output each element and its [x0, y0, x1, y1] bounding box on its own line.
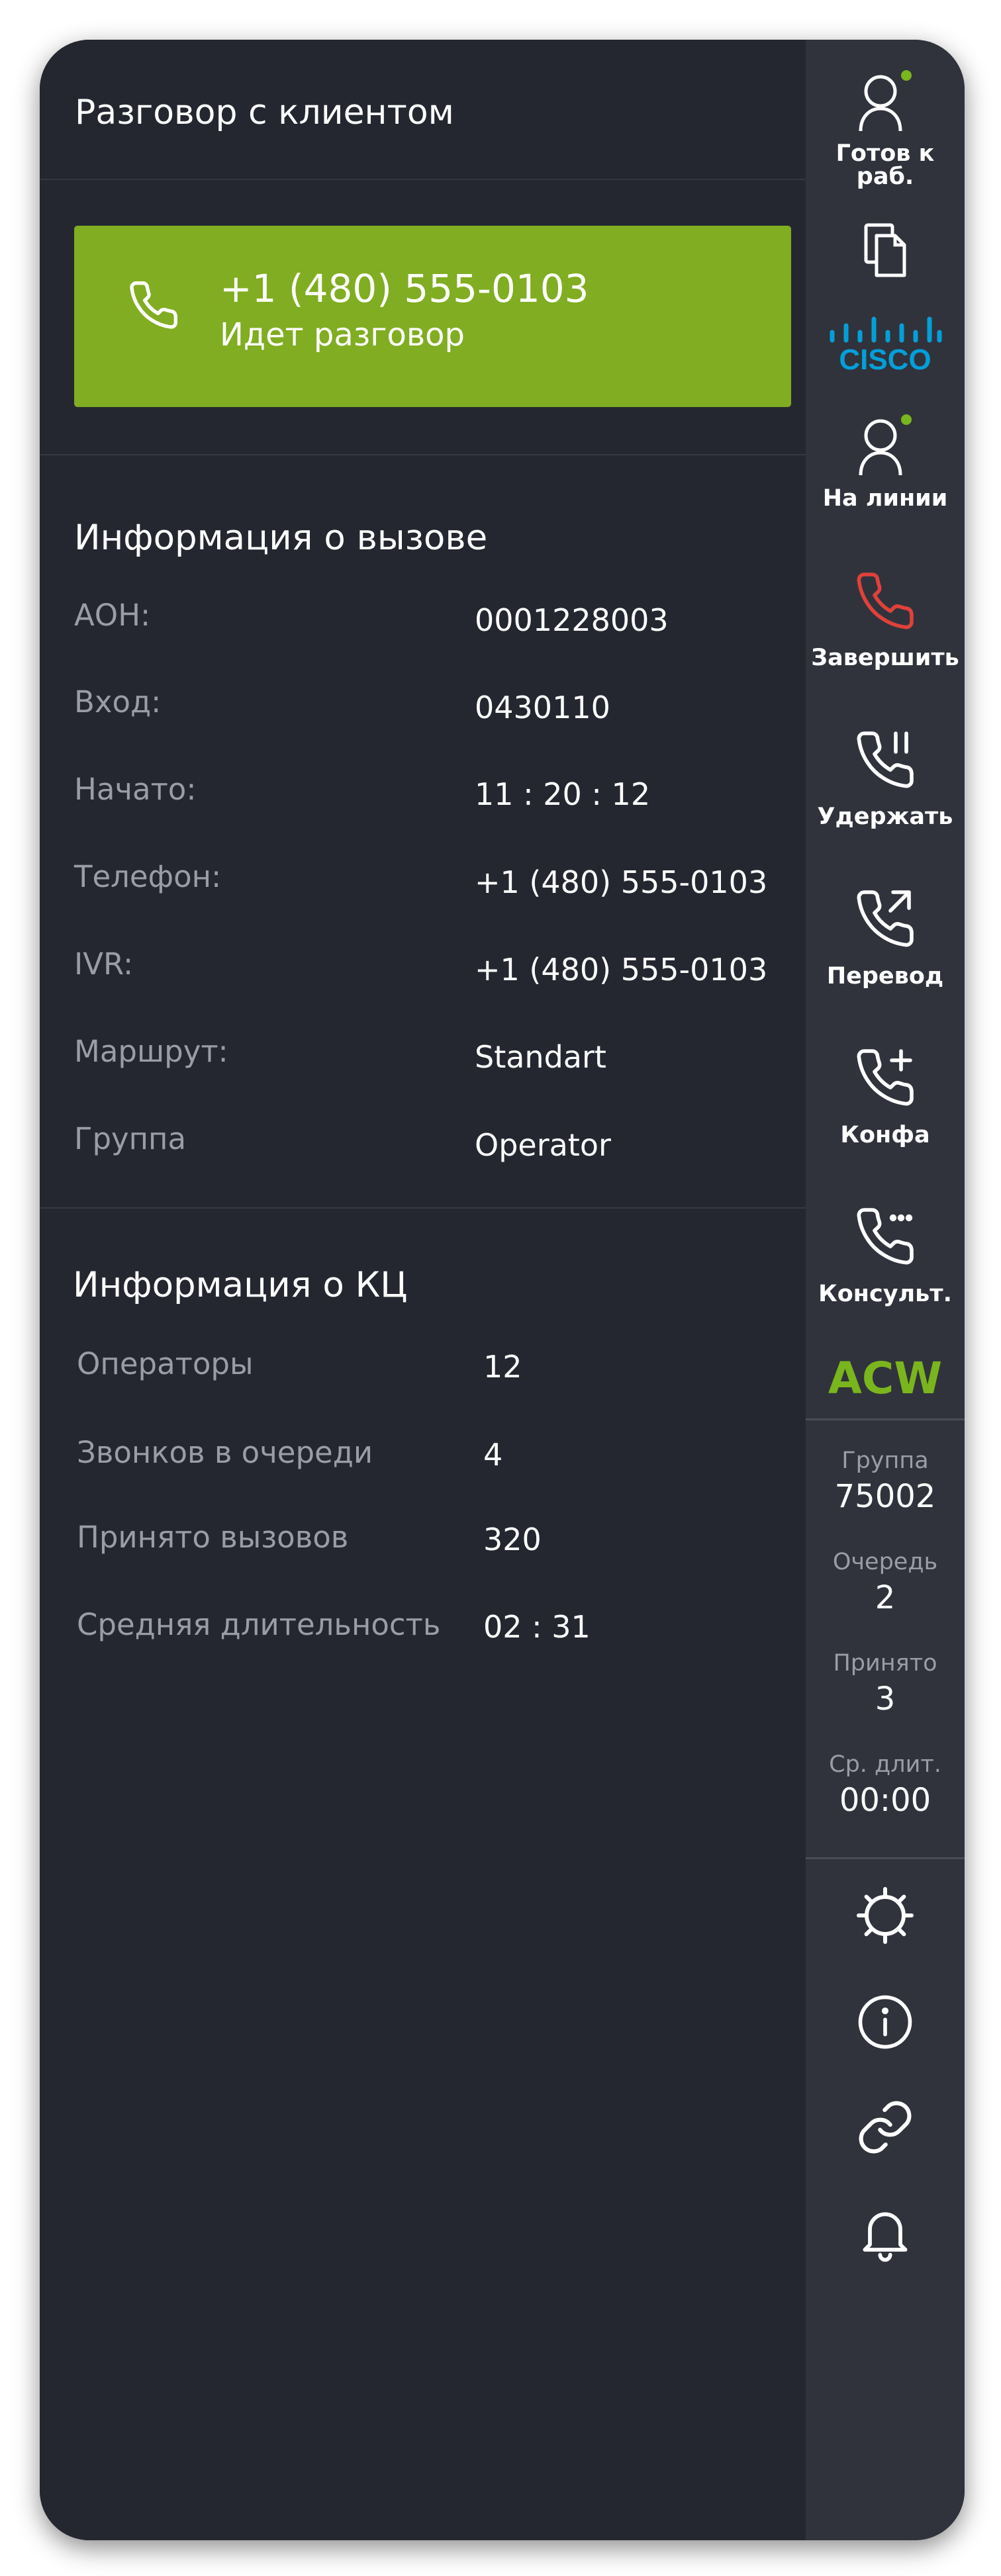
notifications-button[interactable] [806, 2203, 965, 2266]
info-label-aon: АОН: [74, 598, 151, 633]
phone-more-icon [806, 1205, 965, 1268]
ready-status-label: Готов к раб. [835, 140, 935, 190]
cc-label-queue: Звонков в очереди [77, 1435, 373, 1470]
info-value-aon: 0001228003 [475, 602, 669, 638]
cc-label-operators: Операторы [77, 1346, 254, 1381]
info-value-group: Operator [475, 1127, 611, 1163]
consult-label: Консульт. [818, 1281, 952, 1307]
phone-hangup-icon [806, 569, 965, 633]
action-sidebar: Готов к раб. CISCO На линии Завершить Уд… [806, 40, 965, 2540]
stat-group-value: 75002 [834, 1478, 936, 1515]
transfer-button[interactable] [806, 887, 965, 950]
end-call-button[interactable] [806, 569, 965, 633]
call-main-area: Разговор с клиентом +1 (480) 555-0103 Ид… [40, 40, 806, 2540]
cc-label-avg-duration: Средняя длительность [77, 1607, 441, 1642]
stat-avg-label: Ср. длит. [829, 1751, 941, 1778]
divider [40, 454, 806, 455]
consult-button[interactable] [806, 1205, 965, 1268]
phone-pause-icon [806, 728, 965, 792]
info-value-entry: 0430110 [475, 690, 610, 725]
end-call-label: Завершить [811, 645, 959, 671]
hold-button[interactable] [806, 728, 965, 792]
gear-icon [806, 1884, 965, 1947]
info-label-phone: Телефон: [74, 859, 222, 894]
stat-avg-value: 00:00 [839, 1782, 931, 1819]
sidebar-divider [806, 1857, 965, 1859]
stat-accepted-label: Принято [833, 1650, 937, 1677]
active-call-banner[interactable]: +1 (480) 555-0103 Идет разговор [74, 226, 791, 407]
phone-plus-icon [806, 1046, 965, 1109]
call-status: Идет разговор [220, 316, 465, 353]
cisco-logo: CISCO [806, 310, 965, 372]
phone-forward-icon [806, 887, 965, 950]
online-status-label: На линии [822, 485, 948, 512]
cc-value-avg-duration: 02 : 31 [483, 1609, 591, 1645]
info-label-group: Группа [74, 1121, 187, 1156]
stat-group-label: Группа [841, 1448, 929, 1474]
stat-queue-label: Очередь [832, 1549, 938, 1575]
sidebar-divider [806, 1418, 965, 1420]
user-icon [806, 68, 965, 134]
cc-value-queue: 4 [483, 1437, 503, 1473]
online-status-button[interactable] [806, 412, 965, 478]
page-title: Разговор с клиентом [75, 93, 454, 132]
cc-info-title: Информация о КЦ [73, 1265, 408, 1305]
phone-icon [127, 279, 180, 334]
bell-icon [806, 2203, 965, 2266]
agent-panel: Разговор с клиентом +1 (480) 555-0103 Ид… [40, 40, 965, 2540]
conference-button[interactable] [806, 1046, 965, 1109]
link-button[interactable] [806, 2097, 965, 2158]
link-icon [806, 2097, 965, 2158]
call-number: +1 (480) 555-0103 [220, 266, 589, 311]
info-value-route: Standart [475, 1039, 606, 1075]
info-button[interactable] [806, 1992, 965, 2052]
cc-value-operators: 12 [483, 1349, 522, 1385]
stat-queue-value: 2 [875, 1579, 896, 1616]
info-value-ivr: +1 (480) 555-0103 [475, 952, 768, 988]
cc-value-accepted: 320 [483, 1522, 542, 1557]
settings-button[interactable] [806, 1884, 965, 1947]
info-value-phone: +1 (480) 555-0103 [475, 864, 768, 900]
stat-accepted-value: 3 [875, 1680, 896, 1718]
hold-label: Удержать [817, 804, 953, 830]
documents-icon [806, 222, 965, 278]
info-value-started: 11 : 20 : 12 [475, 776, 651, 812]
transfer-label: Перевод [826, 963, 944, 989]
user-icon [806, 412, 965, 478]
cc-label-accepted: Принято вызовов [77, 1520, 349, 1555]
info-label-ivr: IVR: [74, 946, 134, 982]
ready-status-button[interactable] [806, 68, 965, 134]
info-label-started: Начато: [74, 772, 197, 807]
documents-button[interactable] [806, 222, 965, 278]
info-icon [806, 1992, 965, 2052]
info-label-entry: Вход: [74, 684, 162, 719]
info-label-route: Маршрут: [74, 1034, 228, 1069]
conference-label: Конфа [840, 1122, 930, 1148]
call-info-title: Информация о вызове [74, 518, 488, 558]
header: Разговор с клиентом [40, 40, 806, 180]
acw-button[interactable]: ACW [806, 1357, 965, 1401]
divider [40, 1207, 806, 1209]
cisco-logo-text: CISCO [839, 344, 931, 372]
